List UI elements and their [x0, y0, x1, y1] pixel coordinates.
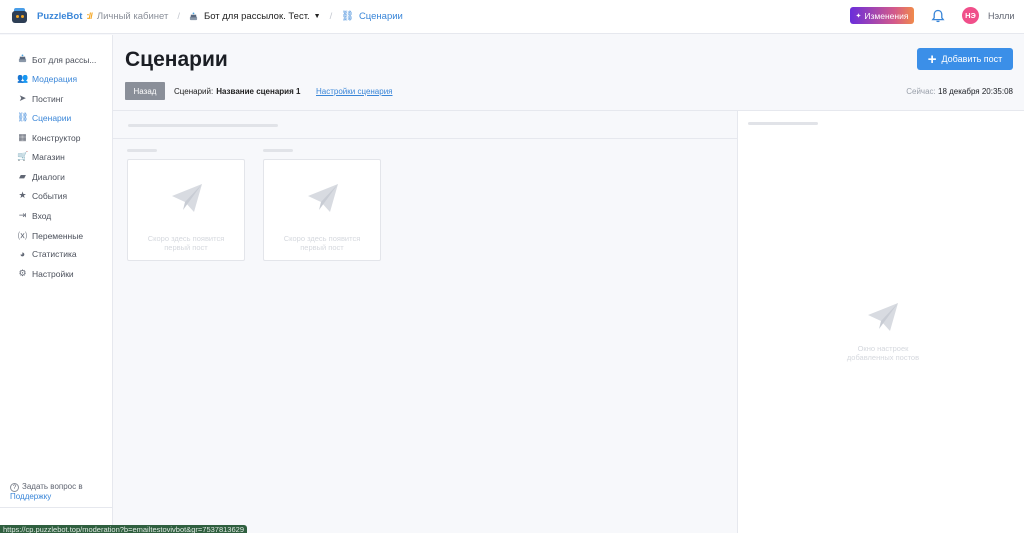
paper-plane-icon — [172, 184, 202, 212]
card-placeholder-text: Скоро здесь появится первый пост — [283, 234, 361, 252]
cart-icon: 🛒 — [17, 151, 29, 161]
scenario-label: Сценарий: — [174, 87, 214, 96]
help-text: Задать вопрос в — [22, 482, 83, 491]
breadcrumb-bot-dropdown[interactable]: Бот для рассылок. Тест. ▼ — [189, 11, 321, 22]
now-value: 18 декабря 20:35:08 — [938, 87, 1013, 96]
scenarios-icon: ⛓ — [17, 112, 29, 122]
send-icon: ➤ — [18, 93, 27, 103]
loading-placeholder-bar — [128, 124, 278, 127]
sparkle-icon: ✦ — [855, 12, 862, 20]
sidebar-item-label: Настройки — [32, 268, 74, 279]
current-time: Сейчас: 18 декабря 20:35:08 — [906, 87, 1013, 96]
sidebar-item-variables[interactable]: ⒳ Переменные — [17, 229, 83, 242]
cake-icon — [189, 12, 198, 21]
back-button[interactable]: Назад — [125, 82, 165, 100]
sidebar-item-label: Магазин — [32, 151, 65, 162]
breadcrumb-cabinet[interactable]: Личный кабинет — [97, 11, 168, 22]
scenario-info: Сценарий: Название сценария 1 — [174, 87, 300, 96]
bot-name: Бот для рассылок. Тест. — [203, 11, 310, 22]
sidebar-divider — [0, 507, 113, 508]
post-card[interactable]: Скоро здесь появится первый пост — [127, 159, 245, 261]
posts-area: Скоро здесь появится первый пост Скоро з… — [113, 110, 737, 533]
star-icon: ★ — [18, 190, 27, 200]
page-title: Сценарии — [125, 48, 228, 71]
paper-plane-icon — [868, 303, 898, 331]
plus-icon: + — [927, 50, 937, 68]
sidebar-item-label: Статистика — [32, 249, 77, 259]
sidebar-item-events[interactable]: ★ События — [17, 190, 67, 201]
sidebar: Бот для рассы... 👥 Модерация ➤ Постинг ⛓… — [0, 35, 113, 533]
variables-icon: ⒳ — [17, 231, 27, 241]
sidebar-item-constructor[interactable]: ▦ Конструктор — [17, 132, 80, 143]
breadcrumb-scenarios[interactable]: ⛓ Сценарии — [341, 11, 403, 22]
question-icon: ? — [10, 483, 19, 492]
support-link[interactable]: Поддержку — [10, 492, 51, 501]
sidebar-item-label: Переменные — [32, 230, 84, 241]
login-icon: ⇥ — [18, 210, 27, 220]
sidebar-item-scenarios[interactable]: ⛓ Сценарии — [17, 112, 71, 123]
grid-icon: ▦ — [18, 132, 27, 142]
brand-separator: :// — [86, 11, 93, 22]
now-label: Сейчас: — [906, 87, 936, 96]
chevron-down-icon: ▼ — [313, 13, 321, 20]
sidebar-item-label: Вход — [32, 210, 52, 221]
sidebar-item-login[interactable]: ⇥ Вход — [17, 210, 52, 221]
breadcrumb-scenarios-label: Сценарии — [358, 11, 403, 22]
cake-icon — [17, 54, 28, 65]
post-settings-panel: Окно настроек добавленных постов — [737, 110, 1024, 533]
add-post-button[interactable]: + Добавить пост — [917, 48, 1013, 70]
settings-empty-state: Окно настроек добавленных постов — [838, 301, 928, 362]
sidebar-item-label: Сценарии — [32, 112, 72, 123]
breadcrumb-separator: / — [329, 11, 333, 22]
sidebar-item-posting[interactable]: ➤ Постинг — [17, 93, 64, 104]
scenario-settings-link[interactable]: Настройки сценария — [316, 87, 393, 96]
sidebar-item-label: Конструктор — [32, 132, 81, 143]
sidebar-item-label: События — [32, 190, 68, 201]
settings-placeholder-text: Окно настроек добавленных постов — [846, 344, 920, 362]
card-label-placeholder — [127, 149, 157, 152]
sidebar-item-moderation[interactable]: 👥 Модерация — [17, 73, 77, 84]
sidebar-item-bot[interactable]: Бот для рассы... — [17, 54, 96, 65]
add-post-label: Добавить пост — [941, 54, 1003, 64]
sidebar-item-statistics[interactable]: ◕ Статистика — [17, 249, 77, 259]
card-label-placeholder — [263, 149, 293, 152]
browser-status-url: https://cp.puzzlebot.top/moderation?b=em… — [0, 525, 247, 533]
changes-button[interactable]: ✦ Изменения — [850, 7, 914, 24]
sidebar-item-settings[interactable]: ⚙ Настройки — [17, 268, 74, 279]
username[interactable]: Нэлли — [988, 11, 1014, 21]
bell-icon[interactable] — [931, 9, 945, 23]
changes-label: Изменения — [864, 10, 909, 21]
breadcrumb-separator: / — [177, 11, 180, 22]
sidebar-item-label: Постинг — [32, 93, 64, 104]
sidebar-item-shop[interactable]: 🛒 Магазин — [17, 151, 65, 162]
sidebar-item-label: Модерация — [32, 73, 78, 84]
card-placeholder-text: Скоро здесь появится первый пост — [147, 234, 225, 252]
help-block: ? Задать вопрос в Поддержку — [10, 482, 83, 502]
sidebar-item-label: Бот для рассы... — [32, 54, 97, 65]
avatar[interactable]: НЭ — [962, 7, 979, 24]
loading-placeholder-bar — [748, 122, 818, 125]
sidebar-item-dialogs[interactable]: ▰ Диалоги — [17, 171, 65, 182]
paper-plane-icon — [308, 184, 338, 212]
scenarios-icon: ⛓ — [341, 11, 354, 22]
pie-icon: ◕ — [19, 249, 26, 259]
puzzlebot-logo-icon[interactable] — [11, 8, 28, 25]
chat-icon: ▰ — [19, 171, 26, 181]
gear-icon: ⚙ — [18, 268, 27, 278]
posts-divider — [113, 138, 737, 139]
users-icon: 👥 — [17, 73, 29, 83]
sidebar-item-label: Диалоги — [32, 171, 65, 182]
brand-name[interactable]: PuzzleBot — [37, 11, 82, 22]
scenario-name: Название сценария 1 — [216, 87, 301, 96]
post-card[interactable]: Скоро здесь появится первый пост — [263, 159, 381, 261]
